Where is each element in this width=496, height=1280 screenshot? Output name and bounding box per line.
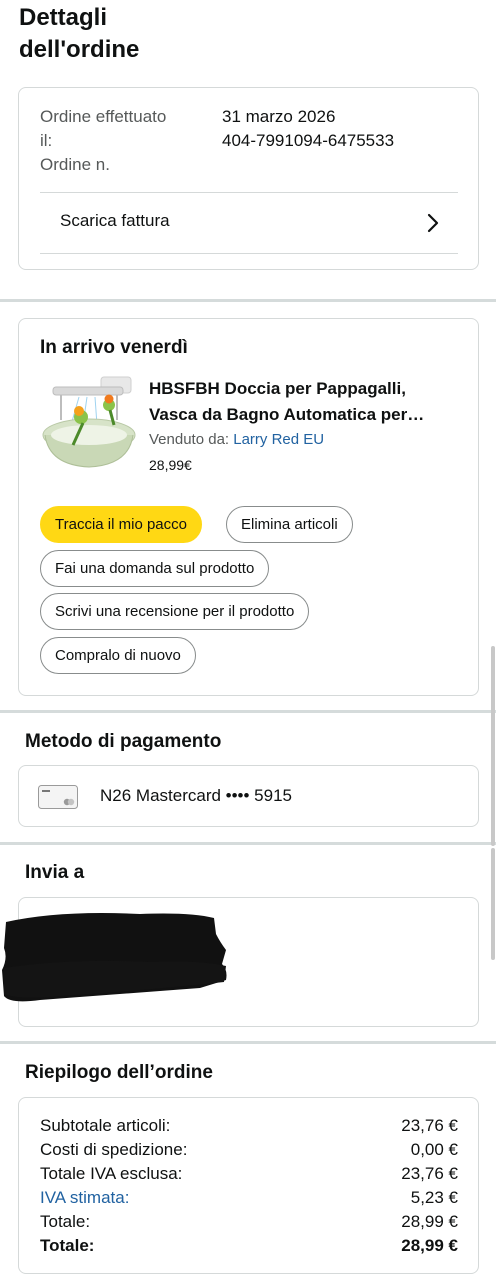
summary-value: 23,76 € bbox=[401, 1116, 458, 1135]
payment-card-text: N26 Mastercard •••• 5915 bbox=[100, 786, 293, 805]
page-title: Dettagli dell'ordine bbox=[19, 2, 319, 66]
sold-by-label: Venduto da: bbox=[149, 431, 230, 448]
product-title-line1: HBSFBH Doccia per Pappagalli, bbox=[149, 379, 406, 398]
summary-label: Totale: bbox=[40, 1212, 91, 1231]
divider bbox=[40, 253, 458, 254]
order-values: 31 marzo 2026 404-7991094-6475533 bbox=[222, 105, 462, 153]
summary-row: IVA stimata: 5,23 € bbox=[40, 1186, 458, 1210]
product-title-line2: Vasca da Bagno Automatica per… bbox=[149, 405, 425, 424]
summary-total-value: 28,99 € bbox=[401, 1236, 458, 1255]
scrollbar[interactable] bbox=[491, 646, 495, 846]
chevron-right-icon bbox=[427, 213, 439, 233]
summary-row: Subtotale articoli: 23,76 € bbox=[40, 1114, 458, 1138]
order-number-label: Ordine n. bbox=[40, 155, 110, 174]
product-image[interactable] bbox=[39, 375, 139, 470]
payment-heading: Metodo di pagamento bbox=[25, 731, 222, 752]
arrival-heading: In arrivo venerdì bbox=[40, 337, 188, 358]
order-info-card: Ordine effettuato il: Ordine n. 31 marzo… bbox=[18, 87, 479, 270]
scrollbar[interactable] bbox=[491, 848, 495, 960]
summary-value: 0,00 € bbox=[410, 1140, 458, 1159]
payment-card: N26 Mastercard •••• 5915 bbox=[18, 765, 479, 827]
section-separator bbox=[0, 1041, 496, 1044]
order-placed-label-line1: Ordine effettuato bbox=[40, 107, 167, 126]
summary-row: Totale: 28,99 € bbox=[40, 1210, 458, 1234]
order-number: 404-7991094-6475533 bbox=[222, 131, 395, 150]
delete-items-button[interactable]: Elimina articoli bbox=[226, 506, 353, 543]
summary-value: 23,76 € bbox=[401, 1164, 458, 1183]
summary-label: Costi di spedizione: bbox=[40, 1140, 188, 1159]
order-labels: Ordine effettuato il: Ordine n. bbox=[40, 105, 210, 177]
credit-card-icon bbox=[38, 785, 78, 809]
summary-value: 28,99 € bbox=[401, 1212, 458, 1231]
sold-by: Venduto da: Larry Red EU bbox=[149, 431, 324, 448]
summary-heading: Riepilogo dell’ordine bbox=[25, 1062, 213, 1083]
order-placed-label-line2: il: bbox=[40, 131, 53, 150]
ship-to-heading: Invia a bbox=[25, 862, 85, 883]
track-package-button[interactable]: Traccia il mio pacco bbox=[40, 506, 202, 543]
summary-label: Totale IVA esclusa: bbox=[40, 1164, 183, 1183]
download-invoice-row[interactable]: Scarica fattura bbox=[40, 193, 458, 253]
seller-link[interactable]: Larry Red EU bbox=[233, 431, 324, 448]
summary-row: Costi di spedizione: 0,00 € bbox=[40, 1138, 458, 1162]
summary-total-row: Totale: 28,99 € bbox=[40, 1234, 458, 1258]
buy-again-button[interactable]: Compralo di nuovo bbox=[40, 637, 196, 674]
summary-total-label: Totale: bbox=[40, 1236, 95, 1255]
estimated-vat-link[interactable]: IVA stimata: bbox=[40, 1186, 129, 1210]
section-separator bbox=[0, 299, 496, 302]
address-redaction bbox=[2, 913, 227, 1002]
product-title[interactable]: HBSFBH Doccia per Pappagalli, Vasca da B… bbox=[149, 376, 469, 428]
order-placed-date: 31 marzo 2026 bbox=[222, 107, 336, 126]
product-price: 28,99€ bbox=[149, 457, 192, 473]
ask-question-button[interactable]: Fai una domanda sul prodotto bbox=[40, 550, 270, 587]
section-separator bbox=[0, 710, 496, 713]
summary-card: Subtotale articoli: 23,76 € Costi di spe… bbox=[18, 1097, 479, 1274]
page-title-line2: dell'ordine bbox=[19, 36, 140, 63]
summary-value: 5,23 € bbox=[410, 1188, 458, 1207]
arrival-card: In arrivo venerdì HBSFBH Doccia per Papp… bbox=[18, 318, 479, 696]
download-invoice-label: Scarica fattura bbox=[60, 211, 170, 230]
summary-label: Subtotale articoli: bbox=[40, 1116, 171, 1135]
summary-row: Totale IVA esclusa: 23,76 € bbox=[40, 1162, 458, 1186]
write-review-button[interactable]: Scrivi una recensione per il prodotto bbox=[40, 593, 310, 630]
page-title-line1: Dettagli bbox=[19, 4, 108, 31]
section-separator bbox=[0, 842, 496, 845]
